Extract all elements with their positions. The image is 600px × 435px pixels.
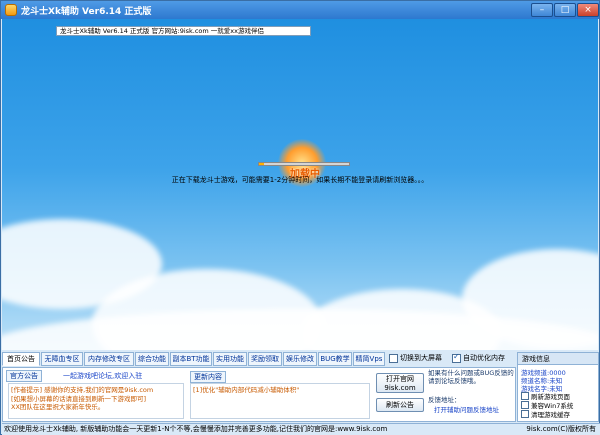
update-content-box: [1]优化"辅助内部代码减小辅助体积" <box>190 383 370 419</box>
feedback-text: 如果有什么问题或BUG反馈的请到论坛反馈哦。 <box>428 369 514 385</box>
tab-general[interactable]: 综合功能 <box>135 352 169 366</box>
home-notice-panel: 官方公告 一起游戏吧论坛,欢迎入驻 [作者提示] 感谢你的支持,我们的官网是9i… <box>2 367 516 422</box>
main-window: 龙斗士Xk辅助 Ver6.14 正式版 – □ × 龙斗士Xk辅助 Ver6.1… <box>0 0 600 435</box>
feature-tabs: 首页公告 无障血专区 内存修改专区 综合功能 副本BT功能 实用功能 奖励领取 … <box>2 352 516 366</box>
tab-no-damage[interactable]: 无障血专区 <box>41 352 83 366</box>
feedback-link[interactable]: 打开辅助问题反馈地址 <box>434 404 499 414</box>
tab-fun-mods[interactable]: 娱乐修改 <box>283 352 317 366</box>
tab-lite-vps[interactable]: 精简Vps <box>353 352 385 366</box>
notice-line: [作者提示] 感谢你的支持,我们的官网是9isk.com <box>11 386 154 394</box>
notice-line: XX团队在这里祝大家新年快乐。 <box>11 403 105 411</box>
tab-rewards[interactable]: 奖励领取 <box>248 352 282 366</box>
tab-utility[interactable]: 实用功能 <box>213 352 247 366</box>
big-screen-checkbox[interactable] <box>389 354 398 363</box>
update-text: [1]优化"辅助内部代码减小辅助体积" <box>193 386 300 394</box>
official-button-domain: 9isk.com <box>384 384 416 392</box>
game-viewport[interactable]: 龙斗士Xk辅助 Ver6.14 正式版 官方网站:9isk.com 一就爱xx游… <box>2 19 598 350</box>
clear-cache-label: 清理游戏缓存 <box>531 411 570 419</box>
loading-progress-fill <box>259 163 264 165</box>
refresh-page-checkbox[interactable] <box>521 392 529 400</box>
version-info-strip: 龙斗士Xk辅助 Ver6.14 正式版 官方网站:9isk.com 一就爱xx游… <box>56 26 311 36</box>
notice-box: [作者提示] 感谢你的支持,我们的官网是9isk.com [如果想小屏幕的话请直… <box>8 383 184 419</box>
game-info-header: 游戏信息 <box>518 353 598 365</box>
official-button-label: 打开官网 <box>386 375 414 383</box>
tab-update-content[interactable]: 更新内容 <box>190 371 226 383</box>
open-official-site-button[interactable]: 打开官网 9isk.com <box>376 373 424 393</box>
forum-link[interactable]: 一起游戏吧论坛,欢迎入驻 <box>63 371 142 381</box>
big-screen-label: 切换到大屏幕 <box>400 354 442 362</box>
minimize-button[interactable]: – <box>531 3 553 17</box>
tab-bug-tutorial[interactable]: BUG教学 <box>318 352 352 366</box>
copyright-text: 9isk.com(C)版权所有 <box>526 425 596 433</box>
status-bar: 欢迎使用龙斗士Xk辅助, 新版辅助功能会一天更新1-N个不等,会慢慢添加并完善更… <box>2 423 600 435</box>
app-icon <box>5 4 17 16</box>
win7-compat-checkbox[interactable] <box>521 401 529 409</box>
clear-cache-checkbox[interactable] <box>521 410 529 418</box>
loading-message: 正在下载龙斗士游戏，可能需要1-2分钟时间，如果长期不能登录请刷新浏览器。。。 <box>171 176 429 184</box>
tab-memory-edit[interactable]: 内存修改专区 <box>84 352 134 366</box>
tab-home-notice[interactable]: 首页公告 <box>2 352 40 366</box>
feedback-label: 反馈地址： <box>428 396 461 404</box>
refresh-notice-button[interactable]: 刷新公告 <box>376 398 424 412</box>
tab-dungeon-bt[interactable]: 副本BT功能 <box>170 352 212 366</box>
auto-memory-checkbox[interactable] <box>452 352 461 363</box>
maximize-button[interactable]: □ <box>554 3 576 17</box>
auto-memory-label: 自动优化内存 <box>463 354 505 362</box>
status-text: 欢迎使用龙斗士Xk辅助, 新版辅助功能会一天更新1-N个不等,会慢慢添加并完善更… <box>4 425 388 433</box>
tab-official-notice[interactable]: 官方公告 <box>6 370 42 382</box>
close-button[interactable]: × <box>577 3 599 17</box>
window-title: 龙斗士Xk辅助 Ver6.14 正式版 <box>21 7 152 17</box>
notice-line: [如果想小屏幕的话请直接到刷新一下游戏即可] <box>11 394 147 403</box>
title-bar[interactable]: 龙斗士Xk辅助 Ver6.14 正式版 – □ × <box>1 1 599 19</box>
game-info-panel: 游戏信息 游戏频道:0000 频道名称:未知 游戏名字:未知 刷新游戏页面 兼容… <box>517 352 599 422</box>
